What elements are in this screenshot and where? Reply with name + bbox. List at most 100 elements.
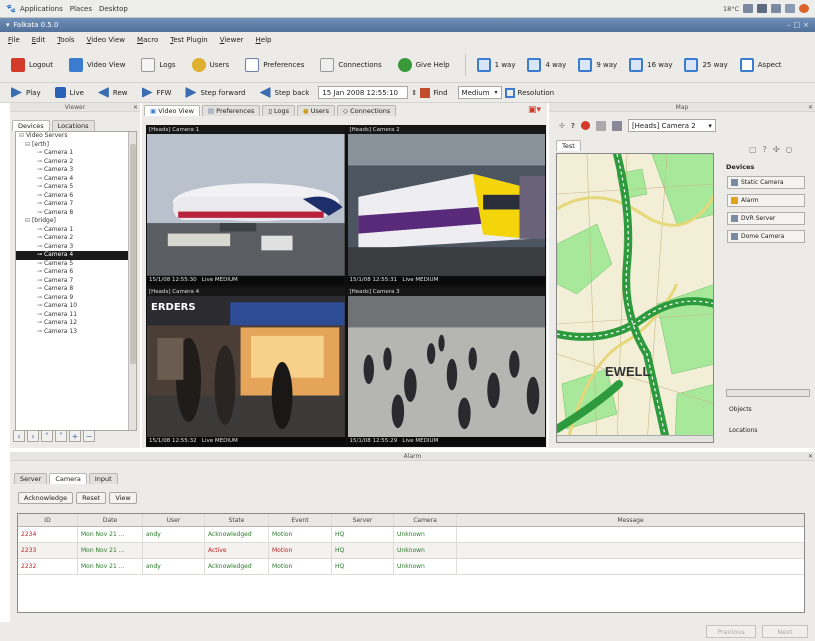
map-move-icon[interactable]: ✣ — [773, 145, 780, 154]
column-header[interactable]: Camera — [394, 514, 457, 526]
give-help-button[interactable]: Give Help — [395, 54, 453, 76]
map-stop-icon[interactable] — [580, 121, 590, 130]
next-button[interactable]: Next — [762, 625, 808, 638]
tree-item[interactable]: ⊸ Camera 6 — [16, 268, 136, 277]
map-edit-icon[interactable] — [595, 120, 606, 131]
panel-close-icon[interactable]: ✕ — [808, 103, 813, 112]
logout-button[interactable]: Logout — [8, 54, 56, 76]
menu-file[interactable]: File — [8, 36, 20, 44]
table-row[interactable]: 2232 Mon Nov 21 ... andy Acknowledged Motion… — [18, 559, 804, 575]
tab-locations[interactable]: Locations — [51, 120, 95, 131]
tree-item[interactable]: ⊸ Camera 12 — [16, 319, 136, 328]
desktop-menu-applications[interactable]: Applications — [20, 5, 63, 13]
twenty-five-way-layout-button[interactable]: 25 way — [681, 54, 730, 76]
tab-video-view[interactable]: ▣ Video View — [144, 105, 200, 116]
four-way-layout-button[interactable]: 4 way — [524, 54, 569, 76]
tab-alarm-input[interactable]: Input — [88, 473, 118, 484]
device-tree[interactable]: ⊟ Video Servers ⊟ [erth] ⊸ Camera 1 ⊸ Camer… — [15, 131, 137, 431]
tree-scrollbar[interactable] — [128, 132, 136, 430]
menu-macro[interactable]: Macro — [137, 36, 158, 44]
view-button[interactable]: View — [109, 492, 137, 504]
locations-label[interactable]: Locations — [729, 427, 758, 434]
find-button[interactable]: Find — [433, 89, 447, 97]
fast-forward-button[interactable]: FFW — [139, 82, 175, 104]
video-view-button[interactable]: Video View — [66, 54, 128, 76]
close-tab-icon[interactable]: ▣▾ — [528, 105, 541, 116]
reset-button[interactable]: Reset — [76, 492, 107, 504]
datetime-field[interactable]: 15 Jan 2008 12:55:10 — [318, 86, 409, 99]
tree-item[interactable]: ⊟ [bridge] — [16, 217, 136, 226]
window-titlebar[interactable]: ▾ Falkata 0.5.0 – □ × — [0, 18, 815, 32]
zoom-in-icon[interactable]: + — [69, 430, 81, 442]
menu-tools[interactable]: Tools — [57, 36, 74, 44]
applications-icon[interactable]: 🐾 — [6, 4, 16, 13]
device-dvr-server-button[interactable]: DVR Server — [727, 212, 805, 225]
close-icon[interactable]: × — [803, 21, 809, 29]
nav-up-icon[interactable]: ˄ — [41, 430, 53, 442]
preferences-button[interactable]: Preferences — [242, 54, 307, 76]
play-button[interactable]: Play — [8, 82, 44, 104]
tree-item[interactable]: ⊸ Camera 8 — [16, 209, 136, 218]
volume-icon[interactable] — [757, 4, 767, 13]
live-button[interactable]: Live — [52, 82, 87, 104]
tab-alarm-camera[interactable]: Camera — [49, 473, 87, 484]
step-forward-button[interactable]: Step forward — [182, 82, 248, 104]
map-settings-icon[interactable] — [611, 120, 622, 131]
network-icon[interactable] — [743, 4, 753, 13]
devices-scrollbar[interactable] — [726, 389, 810, 397]
map-camera-select[interactable]: [Heads] Camera 2 ▾ — [627, 119, 716, 132]
connections-button[interactable]: Connections — [317, 54, 384, 76]
tree-item[interactable]: ⊸ Camera 3 — [16, 166, 136, 175]
previous-button[interactable]: Previous — [706, 625, 756, 638]
menu-test-plugin[interactable]: Test Plugin — [170, 36, 207, 44]
tree-item[interactable]: ⊸ Camera 5 — [16, 183, 136, 192]
tree-item[interactable]: ⊸ Camera 2 — [16, 158, 136, 167]
nav-down-icon[interactable]: ˅ — [55, 430, 67, 442]
battery-icon[interactable] — [771, 4, 781, 13]
column-header[interactable]: State — [205, 514, 269, 526]
nav-right-icon[interactable]: › — [27, 430, 39, 442]
datetime-spinner-icon[interactable]: ⇕ — [411, 89, 417, 97]
tree-item[interactable]: ⊸ Camera 11 — [16, 311, 136, 320]
column-header[interactable]: Date — [78, 514, 143, 526]
maximize-icon[interactable]: □ — [794, 21, 801, 29]
users-button[interactable]: Users — [189, 54, 233, 76]
objects-label[interactable]: Objects — [729, 406, 752, 413]
tree-item[interactable]: ⊸ Camera 13 — [16, 328, 136, 337]
tree-item[interactable]: ⊟ [erth] — [16, 141, 136, 150]
nine-way-layout-button[interactable]: 9 way — [575, 54, 620, 76]
tab-users[interactable]: ● Users — [297, 105, 335, 116]
tree-item[interactable]: ⊸ Camera 3 — [16, 243, 136, 252]
acknowledge-button[interactable]: Acknowledge — [18, 492, 74, 504]
camera-tile[interactable]: [Heads] Camera 2 15/1/08 12:55:31 Live M… — [347, 126, 545, 285]
scrollbar-thumb[interactable] — [130, 144, 136, 364]
tab-devices[interactable]: Devices — [12, 120, 50, 131]
tree-item[interactable]: ⊸ Camera 7 — [16, 200, 136, 209]
column-header[interactable]: Server — [332, 514, 394, 526]
menu-edit[interactable]: Edit — [32, 36, 46, 44]
tree-item[interactable]: ⊟ Video Servers — [16, 132, 136, 141]
tree-item[interactable]: ⊸ Camera 1 — [16, 226, 136, 235]
tree-item[interactable]: ⊸ Camera 1 — [16, 149, 136, 158]
calendar-icon[interactable] — [420, 87, 431, 98]
aspect-button[interactable]: Aspect — [737, 54, 785, 76]
map-help-icon[interactable]: ? — [571, 122, 575, 130]
one-way-layout-button[interactable]: 1 way — [474, 54, 519, 76]
table-row[interactable]: 2234 Mon Nov 21 ... andy Acknowledged Motion… — [18, 527, 804, 543]
map-hscrollbar[interactable] — [557, 435, 713, 442]
column-header[interactable]: User — [143, 514, 205, 526]
tree-item[interactable]: ⊸ Camera 2 — [16, 234, 136, 243]
device-static-camera-button[interactable]: Static Camera — [727, 176, 805, 189]
map-circle-icon[interactable]: ○ — [786, 145, 793, 154]
sixteen-way-layout-button[interactable]: 16 way — [626, 54, 675, 76]
panel-close-icon[interactable]: ✕ — [808, 452, 813, 461]
power-icon[interactable] — [799, 4, 809, 13]
minimize-icon[interactable]: – — [787, 21, 791, 29]
tree-item[interactable]: ⊸ Camera 4 — [16, 175, 136, 184]
menu-viewer[interactable]: Viewer — [220, 36, 244, 44]
tree-item[interactable]: ⊸ Camera 7 — [16, 277, 136, 286]
column-header[interactable]: ID — [18, 514, 78, 526]
desktop-menu-desktop[interactable]: Desktop — [99, 5, 128, 13]
menu-help[interactable]: Help — [256, 36, 272, 44]
nav-left-icon[interactable]: ‹ — [13, 430, 25, 442]
